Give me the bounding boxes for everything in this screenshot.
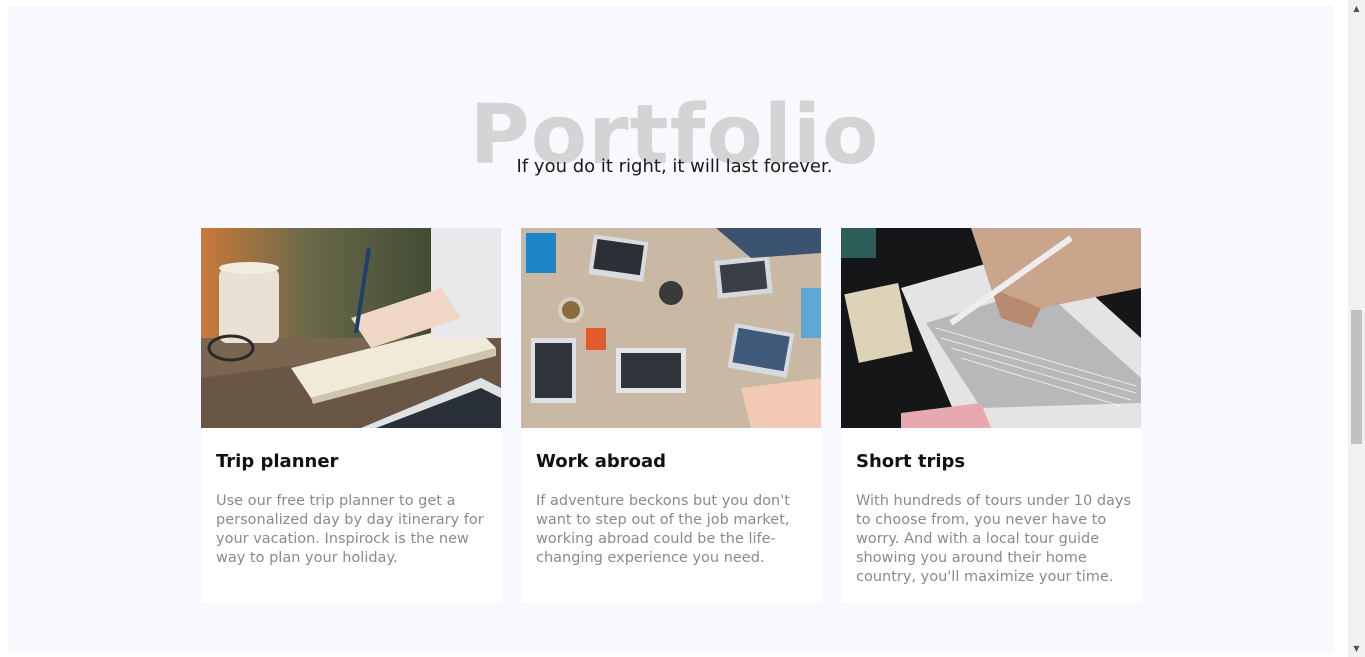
card-description: If adventure beckons but you don't want … [536,493,790,566]
portfolio-cards: Trip planner Use our free trip planner t… [201,228,1141,602]
scroll-up-arrow-icon[interactable]: ▲ [1348,0,1365,17]
trip-planner-image [201,228,501,428]
portfolio-card-work-abroad[interactable]: Work abroad If adventure beckons but you… [521,228,821,602]
short-trips-image [841,228,1141,428]
portfolio-card-trip-planner[interactable]: Trip planner Use our free trip planner t… [201,228,501,602]
portfolio-section: Portfolio If you do it right, it will la… [8,6,1333,653]
card-title: Work abroad [536,451,666,472]
portfolio-card-short-trips[interactable]: Short trips With hundreds of tours under… [841,228,1141,602]
card-title: Trip planner [216,451,339,472]
card-description: Use our free trip planner to get a perso… [216,493,484,566]
page-viewport: Portfolio If you do it right, it will la… [0,0,1348,657]
card-description: With hundreds of tours under 10 days to … [856,493,1132,585]
card-title: Short trips [856,451,966,472]
work-abroad-image [521,228,821,428]
scroll-down-arrow-icon[interactable]: ▼ [1348,640,1365,657]
scrollbar-thumb[interactable] [1351,310,1362,444]
vertical-scrollbar[interactable]: ▲ ▼ [1348,0,1365,657]
portfolio-tagline: If you do it right, it will last forever… [516,156,833,177]
